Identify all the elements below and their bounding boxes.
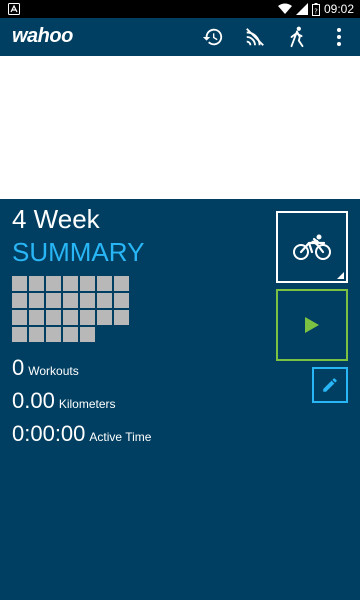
calendar-day-cell <box>12 293 27 308</box>
calendar-day-cell <box>80 310 95 325</box>
status-time: 09:02 <box>323 2 354 16</box>
wifi-icon <box>277 3 292 14</box>
calendar-day-cell <box>97 276 112 291</box>
activity-profile-icon <box>290 26 304 48</box>
app-bar: wahoo <box>0 18 360 56</box>
distance-label: Kilometers <box>58 397 116 411</box>
calendar-day-cell <box>80 276 95 291</box>
history-icon <box>202 28 223 46</box>
calendar-day-cell <box>46 310 61 325</box>
workout-type-button[interactable] <box>276 211 348 283</box>
calendar-day-cell <box>80 327 95 342</box>
calendar-day-cell <box>46 293 61 308</box>
calendar-day-cell <box>29 327 44 342</box>
sensors-button[interactable] <box>241 23 269 51</box>
calendar-day-cell <box>114 310 129 325</box>
calendar-day-cell <box>29 293 44 308</box>
summary-heading-period: 4 Week <box>12 204 100 234</box>
status-icons: ? 09:02 <box>277 2 354 16</box>
activity-profile-button[interactable] <box>283 23 311 51</box>
calendar-day-cell <box>46 327 61 342</box>
overflow-menu-button[interactable] <box>325 23 353 51</box>
wahoo-logo: wahoo <box>12 25 73 47</box>
history-button[interactable] <box>199 23 227 51</box>
calendar-day-cell <box>29 276 44 291</box>
svg-text:?: ? <box>314 7 318 15</box>
notification-a-icon <box>8 3 20 15</box>
calendar-day-cell <box>80 293 95 308</box>
distance-stat: 0.00 Kilometers <box>12 388 116 414</box>
content-banner <box>0 56 360 199</box>
edit-button[interactable] <box>312 367 348 403</box>
dropdown-corner-indicator <box>337 272 344 279</box>
sensors-icon <box>246 28 264 46</box>
workouts-value: 0 <box>12 355 25 380</box>
battery-icon: ? <box>311 2 320 16</box>
workouts-label: Workouts <box>28 364 79 378</box>
overflow-menu-icon <box>337 28 341 46</box>
calendar-day-cell <box>12 276 27 291</box>
summary-panel: 4 Week SUMMARY 0 Workouts 0.00 Kilometers … <box>0 199 360 600</box>
calendar-day-cell <box>46 276 61 291</box>
workouts-stat: 0 Workouts <box>12 355 79 381</box>
calendar-day-cell <box>97 293 112 308</box>
bike-icon <box>293 234 331 260</box>
start-workout-button[interactable] <box>276 289 348 361</box>
active-time-stat: 0:00:00 Active Time <box>12 421 151 447</box>
calendar-day-cell <box>114 276 129 291</box>
signal-icon <box>295 3 308 15</box>
calendar-day-cell <box>12 327 27 342</box>
calendar-day-cell <box>63 310 78 325</box>
distance-value: 0.00 <box>12 388 55 413</box>
calendar-day-cell <box>29 310 44 325</box>
calendar-day-cell <box>97 310 112 325</box>
calendar-day-cell <box>63 327 78 342</box>
calendar-day-cell <box>12 310 27 325</box>
calendar-day-cell <box>114 293 129 308</box>
calendar-day-cell <box>63 276 78 291</box>
pencil-icon <box>323 378 337 392</box>
summary-heading-title: SUMMARY <box>12 237 145 267</box>
calendar-day-cell <box>63 293 78 308</box>
active-time-value: 0:00:00 <box>12 421 86 446</box>
status-bar: ? 09:02 <box>0 0 360 18</box>
active-time-label: Active Time <box>89 430 152 444</box>
play-icon <box>305 317 319 333</box>
